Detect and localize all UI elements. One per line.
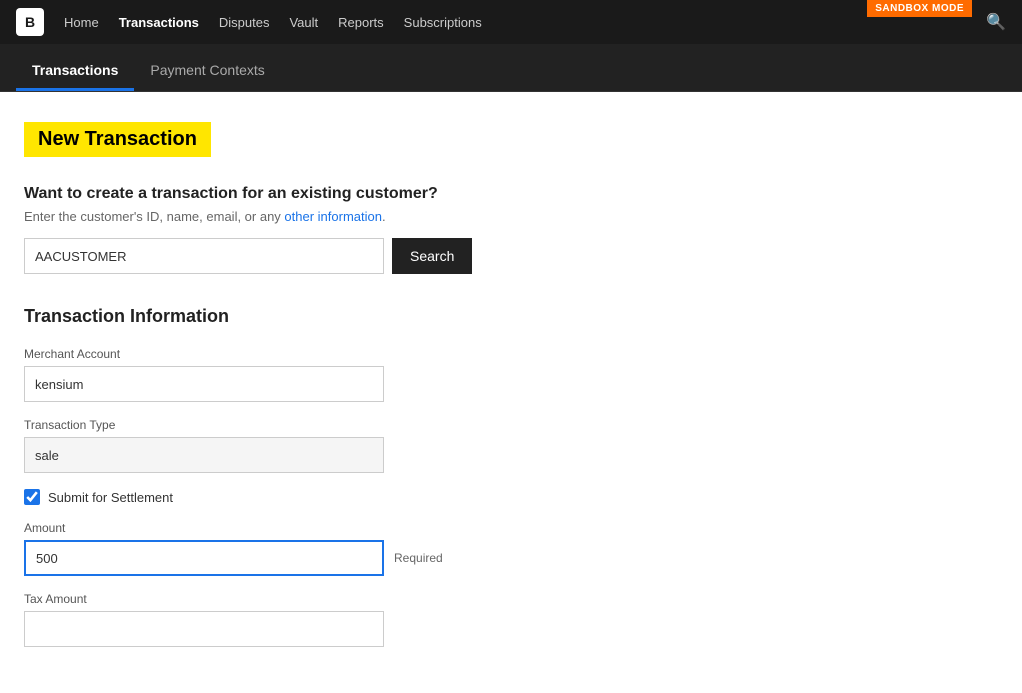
- top-nav: B Home Transactions Disputes Vault Repor…: [0, 0, 1022, 44]
- merchant-account-group: Merchant Account: [24, 347, 676, 402]
- customer-section-hint: Enter the customer's ID, name, email, or…: [24, 209, 676, 224]
- sandbox-badge: SANDBOX MODE: [867, 0, 972, 17]
- tax-amount-group: Tax Amount: [24, 592, 676, 647]
- merchant-account-label: Merchant Account: [24, 347, 676, 361]
- nav-subscriptions[interactable]: Subscriptions: [404, 15, 482, 30]
- tab-transactions[interactable]: Transactions: [16, 50, 134, 91]
- search-icon-button[interactable]: 🔍: [986, 12, 1006, 32]
- customer-section-heading: Want to create a transaction for an exis…: [24, 185, 676, 203]
- merchant-account-input[interactable]: [24, 366, 384, 402]
- page-content: New Transaction Want to create a transac…: [0, 92, 700, 693]
- nav-transactions[interactable]: Transactions: [119, 15, 199, 30]
- amount-row: Required: [24, 540, 676, 576]
- submit-settlement-label[interactable]: Submit for Settlement: [48, 490, 173, 505]
- transaction-type-label: Transaction Type: [24, 418, 676, 432]
- brand-logo: B: [16, 8, 44, 36]
- amount-label: Amount: [24, 521, 676, 535]
- transaction-section-title: Transaction Information: [24, 306, 676, 327]
- amount-input[interactable]: [24, 540, 384, 576]
- nav-vault[interactable]: Vault: [289, 15, 318, 30]
- amount-group: Amount Required: [24, 521, 676, 576]
- nav-home[interactable]: Home: [64, 15, 99, 30]
- search-button[interactable]: Search: [392, 238, 472, 274]
- hint-text: Enter the customer's ID, name, email, or…: [24, 209, 284, 224]
- tax-amount-input[interactable]: [24, 611, 384, 647]
- transaction-type-group: Transaction Type sale authorization: [24, 418, 676, 473]
- tax-amount-label: Tax Amount: [24, 592, 676, 606]
- customer-search-row: Search: [24, 238, 676, 274]
- required-badge: Required: [394, 551, 443, 565]
- hint-end: .: [382, 209, 386, 224]
- nav-links: Home Transactions Disputes Vault Reports…: [64, 15, 986, 30]
- transaction-type-select[interactable]: sale authorization: [24, 437, 384, 473]
- page-title: New Transaction: [24, 122, 211, 157]
- tab-payment-contexts[interactable]: Payment Contexts: [134, 50, 280, 91]
- sub-nav: Transactions Payment Contexts: [0, 44, 1022, 92]
- submit-settlement-checkbox[interactable]: [24, 489, 40, 505]
- nav-reports[interactable]: Reports: [338, 15, 384, 30]
- hint-link[interactable]: other information: [284, 209, 382, 224]
- customer-search-input[interactable]: [24, 238, 384, 274]
- nav-disputes[interactable]: Disputes: [219, 15, 270, 30]
- submit-settlement-row: Submit for Settlement: [24, 489, 676, 505]
